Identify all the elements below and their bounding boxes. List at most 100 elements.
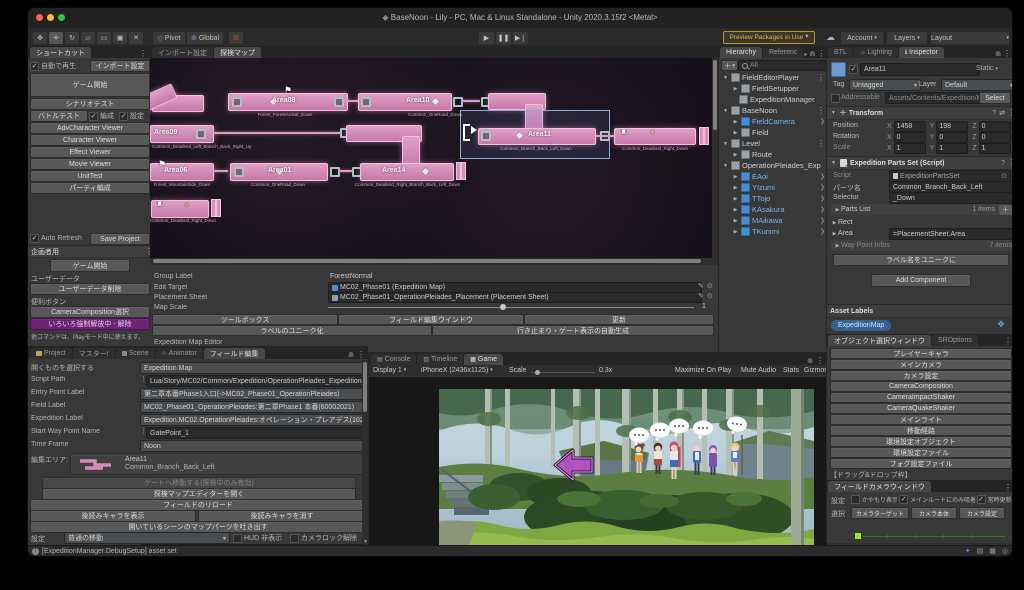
edit-pencil-icon[interactable]: ✎: [698, 283, 704, 290]
asset-label-pill[interactable]: ExpeditionMap: [831, 320, 891, 331]
position-z-field[interactable]: 0: [979, 121, 1011, 132]
save-project-button[interactable]: Save Project: [90, 233, 150, 245]
global-toggle[interactable]: ⊕Global: [186, 31, 224, 45]
effect-viewer-button[interactable]: Effect Viewer: [30, 146, 150, 158]
parts-list-row[interactable]: ▶Parts List1 items＋: [831, 204, 1012, 215]
always-update-checkbox[interactable]: ✓: [977, 495, 986, 504]
field-dropdown[interactable]: MC02_Phase01_OperationPleiades:第二章Phase1…: [140, 401, 372, 413]
tab-shortcut[interactable]: ショートカット: [30, 47, 91, 58]
party-hensei-button[interactable]: パーティ編成: [30, 182, 150, 194]
env-file-button[interactable]: 環境設定ファイル: [830, 447, 1012, 458]
component-menu-icon[interactable]: ⋮: [1008, 159, 1012, 167]
force-unlock-button[interactable]: いろいろ強制解放中 - 解除: [30, 318, 150, 330]
game-viewport[interactable]: [369, 377, 827, 546]
waypoint-infos-row[interactable]: ▶Way Point Infos7 items: [831, 240, 1012, 251]
import-settings-button[interactable]: インポート設定: [90, 60, 150, 72]
hierarchy-item[interactable]: ▶MAikawa❯: [719, 215, 827, 226]
map-scale-slider[interactable]: [328, 307, 694, 308]
timeline-track[interactable]: [863, 536, 1005, 537]
cloud-icon[interactable]: ☁: [826, 33, 835, 42]
select-target-dropdown[interactable]: Expedition Map▾: [140, 362, 372, 374]
tag-dropdown[interactable]: Untagged▾: [849, 79, 921, 91]
expedition-dropdown[interactable]: Expedition.MC02.OperationPleiades:オペレーショ…: [140, 414, 372, 426]
tab-references[interactable]: Referenc: [763, 47, 803, 58]
map-hscrollbar[interactable]: [150, 258, 712, 265]
scale-z-field[interactable]: 1: [979, 143, 1011, 154]
hierarchy-item[interactable]: ▶FieldSetupper: [719, 83, 827, 94]
tab-lighting[interactable]: ☼Lighting: [854, 47, 898, 58]
tab-import-settings[interactable]: インポート設定: [152, 47, 213, 58]
account-dropdown[interactable]: Account▾: [840, 31, 884, 45]
area-field[interactable]: =PlacementSheet.Area: [889, 228, 1012, 240]
hensei-checkbox[interactable]: ✓編成: [89, 111, 114, 121]
main-camera-button[interactable]: メインカメラ: [830, 359, 1012, 370]
addressable-checkbox[interactable]: [831, 94, 840, 103]
status-bar[interactable]: ! [ExpeditionManager.DebugSetup] asset s…: [28, 545, 1012, 556]
grid-snap-icon[interactable]: ⊞: [228, 31, 244, 45]
hierarchy-item[interactable]: ▼Level⋮: [719, 138, 827, 149]
collab-icon[interactable]: ✦: [965, 548, 971, 555]
tab-inspector[interactable]: ℹInspector: [899, 47, 944, 58]
tab-animator[interactable]: ⊹Animator: [156, 348, 203, 359]
active-checkbox[interactable]: ✓: [849, 65, 858, 74]
hierarchy-item[interactable]: ▼BaseNoon⋮: [719, 105, 827, 116]
tab-project[interactable]: Project: [30, 348, 72, 359]
game-start-button[interactable]: ゲーム開始: [30, 73, 150, 97]
placement-sheet-field[interactable]: MC02_Phase01_OperationPleiades_Placement…: [328, 292, 702, 303]
move-mode-dropdown[interactable]: 普通の移動▾: [64, 532, 230, 544]
tab-object-select[interactable]: オブジェクト選択ウィンドウ: [828, 335, 931, 346]
game-start-button-2[interactable]: ゲーム開始: [50, 259, 130, 272]
layers-dropdown[interactable]: Layers▾: [886, 31, 928, 45]
services-icon[interactable]: ▦: [989, 548, 996, 555]
rotate-tool-icon[interactable]: ↻: [64, 31, 80, 45]
hierarchy-item[interactable]: ▶Field: [719, 127, 827, 138]
camera-quake-shaker-button[interactable]: CameraQuakeShaker: [830, 403, 1012, 414]
script-path-field[interactable]: Lua/Story/MC02/Common/Expedition/Operati…: [146, 375, 372, 387]
add-component-button[interactable]: Add Component: [871, 274, 971, 287]
tab-scene[interactable]: Scene: [116, 348, 155, 359]
help-icon[interactable]: ?: [992, 110, 996, 117]
tab-sroptions[interactable]: SROptions: [932, 335, 978, 346]
map-scale-handle[interactable]: [500, 304, 506, 310]
camera-target-button[interactable]: カメラターゲット: [851, 507, 909, 519]
custom-tool-icon[interactable]: ✕: [128, 31, 144, 45]
tab-game[interactable]: ▦Game: [464, 354, 503, 365]
update-button[interactable]: 更新: [524, 314, 714, 325]
tab-field-edit[interactable]: フィールド編集: [204, 348, 265, 359]
battle-test-button[interactable]: バトルテスト: [30, 110, 88, 122]
layer-dropdown[interactable]: Default▾: [941, 79, 1012, 91]
camera-impact-shaker-button[interactable]: CameraImpactShaker: [830, 392, 1012, 403]
toolbox-button[interactable]: ツールボックス: [152, 314, 338, 325]
camera-composition-button[interactable]: CameraComposition: [830, 381, 1012, 392]
edit-pencil-icon[interactable]: ✎: [698, 293, 704, 300]
unittest-button[interactable]: UnitTest: [30, 170, 150, 182]
rect-foldout[interactable]: ▶Rect: [831, 219, 852, 226]
hierarchy-item[interactable]: ▶Route: [719, 149, 827, 160]
move-route-button[interactable]: 移動経路: [830, 425, 1012, 436]
maximize-on-play-button[interactable]: Maximize On Play: [675, 367, 731, 374]
target-picker-icon[interactable]: ⊙: [707, 283, 713, 290]
settei-checkbox[interactable]: ✓設定: [119, 111, 144, 121]
panel-menu-icon[interactable]: ⋮: [1004, 484, 1012, 492]
player-chara-button[interactable]: プレイヤーキャラ: [830, 348, 1012, 359]
preview-packages-button[interactable]: Preview Packages in Use▾: [723, 31, 815, 44]
tab-timeline[interactable]: ▥Timeline: [417, 354, 463, 365]
scale-slider[interactable]: [531, 372, 595, 373]
select-button[interactable]: Select: [979, 92, 1011, 104]
autogen-button[interactable]: 行き止まり・ゲート表示の自動生成: [432, 325, 714, 336]
adv-character-viewer-button[interactable]: AdvCharacter Viewer: [30, 122, 150, 134]
addressable-path-field[interactable]: Assets/Contents/Expedition/Ma: [885, 92, 985, 104]
camera-config-button[interactable]: カメラ設定: [959, 507, 1005, 519]
panel-menu-icon[interactable]: ⋮: [139, 50, 150, 58]
tab-console[interactable]: ▤Console: [371, 354, 416, 365]
resolution-dropdown[interactable]: iPhoneX (2436x1125)▾: [421, 367, 493, 374]
parts-set-header[interactable]: ▼✓ Expedition Parts Set (Script) ?⋮: [827, 156, 1012, 170]
hierarchy-search-input[interactable]: All: [738, 60, 831, 71]
unique-label-button[interactable]: ラベル名をユニークに: [833, 254, 1009, 266]
display-dropdown[interactable]: Display 1▾: [373, 367, 406, 374]
auto-refresh-checkbox[interactable]: ✓Auto Refresh: [30, 234, 82, 243]
target-picker-icon[interactable]: ⊙: [1001, 172, 1007, 180]
position-y-field[interactable]: 198: [936, 121, 968, 132]
selector-field[interactable]: _Down: [889, 192, 1012, 204]
target-picker-icon[interactable]: ⊙: [707, 293, 713, 300]
